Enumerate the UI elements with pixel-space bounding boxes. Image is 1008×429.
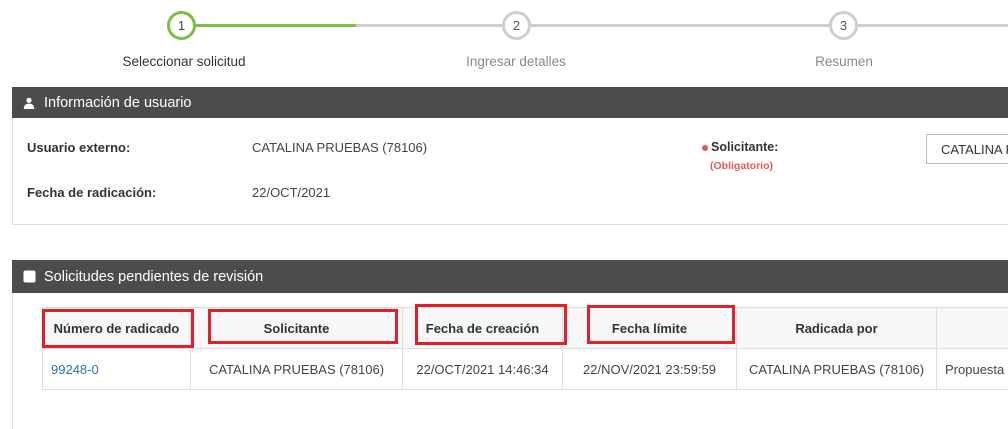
filing-date-label: Fecha de radicación: (27, 185, 157, 200)
required-dot-icon (702, 144, 708, 151)
column-header-applicant[interactable]: Solicitante (190, 307, 403, 349)
applicant-label: Solicitante: (702, 140, 778, 154)
table-header-row: Número de radicado Solicitante Fecha de … (42, 307, 1008, 349)
step-connector-2 (531, 24, 843, 27)
pending-requests-title: Solicitudes pendientes de revisión (44, 268, 264, 285)
user-icon (22, 96, 36, 110)
cell-deadline: 22/NOV/2021 23:59:59 (562, 348, 737, 390)
step-connector-1 (196, 24, 518, 27)
step-2-label: Ingresar detalles (466, 54, 566, 69)
column-header-number[interactable]: Número de radicado (42, 307, 191, 349)
pending-requests-table-wrap: Número de radicado Solicitante Fecha de … (42, 307, 1008, 399)
checkbox-icon[interactable] (22, 270, 36, 284)
applicant-required-note: (Obligatorio) (710, 160, 773, 172)
pending-requests-header: Solicitudes pendientes de revisión (12, 260, 1008, 293)
step-connector-3 (858, 24, 1008, 27)
column-header-created[interactable]: Fecha de creación (402, 307, 563, 349)
step-2-circle[interactable]: 2 (502, 11, 531, 40)
user-info-title: Información de usuario (44, 94, 192, 111)
applicant-select[interactable]: CATALINA PRUEBAS (78106) (926, 134, 1008, 164)
column-header-filed-by[interactable]: Radicada por (736, 307, 937, 349)
request-number-link[interactable]: 99248-0 (42, 348, 191, 390)
table-row: 99248-0 CATALINA PRUEBAS (78106) 22/OCT/… (42, 348, 1008, 390)
cell-type: Propuesta (936, 348, 1008, 390)
applicant-label-text: Solicitante: (711, 140, 779, 154)
column-header-deadline[interactable]: Fecha límite (562, 307, 737, 349)
step-1-circle[interactable]: 1 (167, 11, 196, 40)
cell-filed-by: CATALINA PRUEBAS (78106) (736, 348, 937, 390)
wizard-steps: 1 2 3 Seleccionar solicitud Ingresar det… (0, 0, 1008, 80)
external-user-label: Usuario externo: (27, 140, 131, 155)
column-header-extra[interactable] (936, 307, 1008, 349)
step-3-label: Resumen (815, 54, 873, 69)
external-user-value: CATALINA PRUEBAS (78106) (252, 140, 428, 155)
cell-created: 22/OCT/2021 14:46:34 (402, 348, 563, 390)
step-3-circle[interactable]: 3 (829, 11, 858, 40)
step-1-label: Seleccionar solicitud (122, 54, 246, 69)
pending-requests-table: Número de radicado Solicitante Fecha de … (42, 307, 1008, 390)
user-info-body: Usuario externo: CATALINA PRUEBAS (78106… (12, 118, 1008, 225)
cell-applicant: CATALINA PRUEBAS (78106) (190, 348, 403, 390)
user-info-header: Información de usuario (12, 87, 1008, 118)
filing-date-value: 22/OCT/2021 (252, 185, 331, 200)
